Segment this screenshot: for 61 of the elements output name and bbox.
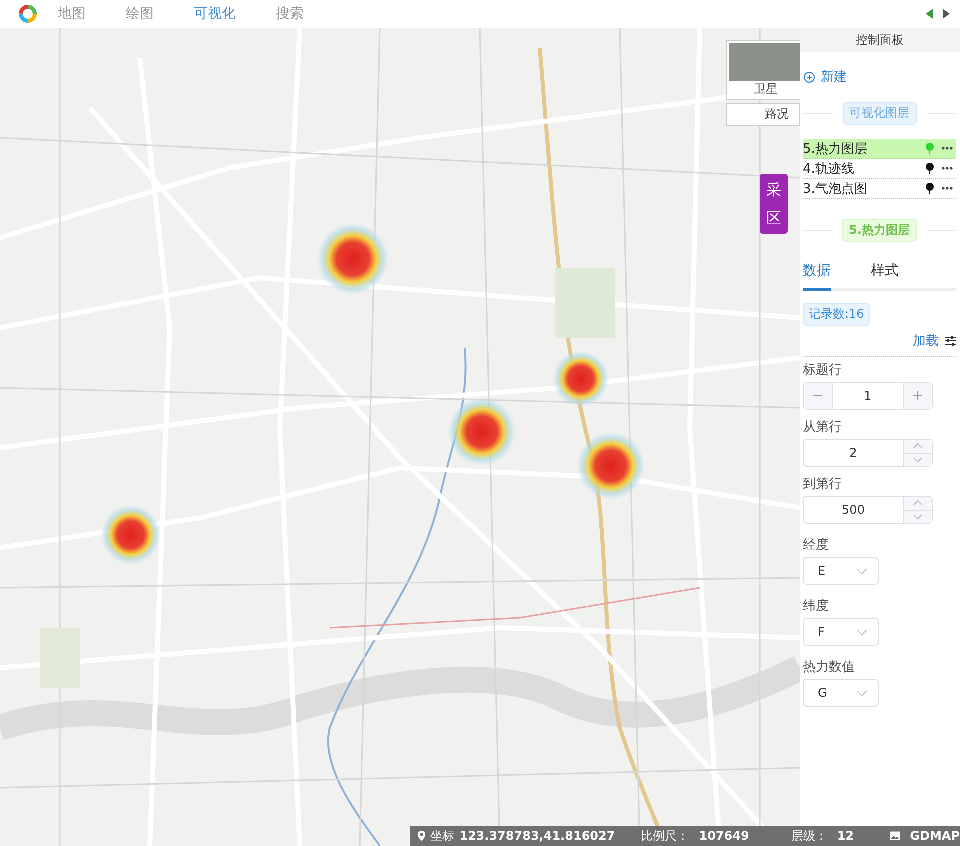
coord-label: 坐标 [430,828,455,844]
panel-title: 控制面板 [800,28,960,52]
layer-name: 3.气泡点图 [803,180,868,198]
field-label: 经度 [803,537,830,554]
location-pin-icon [418,830,426,842]
chevron-down-icon [856,628,868,636]
layer-row[interactable]: 5.热力图层 [803,139,956,159]
sliders-icon[interactable] [945,336,956,346]
select-field[interactable]: G [803,679,879,707]
plus-circle-icon [804,72,815,82]
more-icon[interactable] [942,147,953,150]
area-button[interactable]: 采区 [760,174,788,234]
select-value: G [818,686,828,700]
zoom-level-label: 层级： [791,828,828,844]
layer-row[interactable]: 3.气泡点图 [803,179,956,199]
left-arrow-icon[interactable] [926,9,933,19]
toggle-label: 卫星 [754,82,778,96]
number-field[interactable]: 2 [803,439,933,467]
map-layer-toggle[interactable]: 路况 [726,103,800,126]
load-link[interactable]: 加载 [913,332,939,350]
right-arrow-icon[interactable] [943,9,950,19]
number-field[interactable]: 500 [803,496,933,524]
logo-icon [18,4,38,24]
scale-label: 比例尺： [641,828,690,844]
field-label: 热力数值 [803,659,856,676]
field-value: 500 [841,503,866,517]
up-chevron-icon [913,443,923,450]
new-button[interactable]: 新建 [804,68,847,86]
field-value: 2 [848,446,858,460]
more-icon[interactable] [942,187,953,190]
field-label: 从第行 [803,419,843,436]
field-label: 标题行 [803,362,843,379]
select-value: F [818,625,825,639]
scale-value: 107649 [699,829,750,843]
map-source: GDMAP [910,829,960,843]
select-field[interactable]: F [803,618,879,646]
layer-name: 5.热力图层 [803,140,868,158]
satellite-thumbnail [729,43,800,81]
chevron-down-icon [856,690,868,696]
down-chevron-icon [913,456,923,463]
pin-icon[interactable] [926,163,934,174]
down-chevron-icon [913,514,923,520]
select-field[interactable]: E [803,557,879,585]
field-label: 到第行 [803,476,843,493]
pin-icon[interactable] [926,183,934,194]
image-icon [890,831,900,841]
layer-name: 4.轨迹线 [803,160,856,178]
current-layer-heading: 5.热力图层 [842,219,917,242]
select-value: E [818,564,826,578]
chevron-down-icon [856,568,868,574]
panel-tab[interactable]: 数据 [803,262,831,291]
field-label: 纬度 [803,598,830,615]
map-layer-toggle[interactable]: 卫星 [726,40,800,100]
up-chevron-icon [913,500,923,506]
panel-tab[interactable]: 样式 [871,262,939,291]
layer-row[interactable]: 4.轨迹线 [803,159,956,179]
record-count-badge: 记录数:16 [803,303,870,326]
section-heading: 可视化图层 [842,102,916,125]
zoom-level-value: 12 [837,829,854,843]
more-icon[interactable] [942,167,953,170]
coord-value: 123.378783,41.816027 [460,829,616,843]
